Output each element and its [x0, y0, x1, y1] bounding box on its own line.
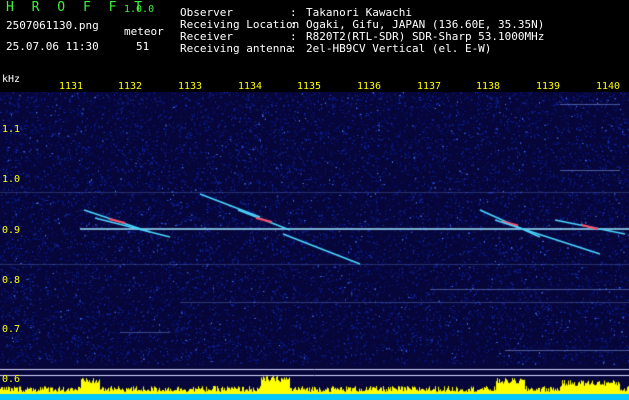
time-tick-1133: 1133: [178, 81, 203, 92]
time-tick-1140: 1140: [596, 81, 621, 92]
time-tick-1138: 1138: [476, 81, 501, 92]
freq-tick-0-6: 0.6: [2, 374, 21, 385]
app-version: 1.0.0: [124, 4, 155, 15]
freq-tick-1-1: 1.1: [2, 124, 21, 135]
antenna-colon: :: [290, 42, 297, 55]
freq-tick-1-0: 1.0: [2, 174, 21, 185]
antenna-value: 2el-HB9CV Vertical (el. E-W): [306, 42, 492, 55]
antenna-key: Receiving antenna: [180, 42, 293, 55]
meteor-count: 51: [136, 40, 150, 53]
freq-tick-0-7: 0.7: [2, 324, 21, 335]
time-tick-1134: 1134: [238, 81, 263, 92]
time-tick-1131: 1131: [59, 81, 84, 92]
freq-tick-0-9: 0.9: [2, 225, 21, 236]
header-panel: H R O F F T 1.0.0 2507061130.png meteor …: [0, 0, 629, 72]
time-tick-1139: 1139: [536, 81, 561, 92]
capture-datetime: 25.07.06 11:30: [6, 40, 99, 53]
meteor-label: meteor: [124, 25, 164, 38]
freq-tick-0-8: 0.8: [2, 275, 21, 286]
time-tick-1137: 1137: [417, 81, 442, 92]
time-tick-1132: 1132: [118, 81, 143, 92]
y-axis-unit: kHz: [2, 74, 21, 85]
spectrogram-canvas: [0, 92, 629, 400]
time-tick-1136: 1136: [357, 81, 382, 92]
capture-filename: 2507061130.png: [6, 19, 99, 32]
time-tick-1135: 1135: [297, 81, 322, 92]
